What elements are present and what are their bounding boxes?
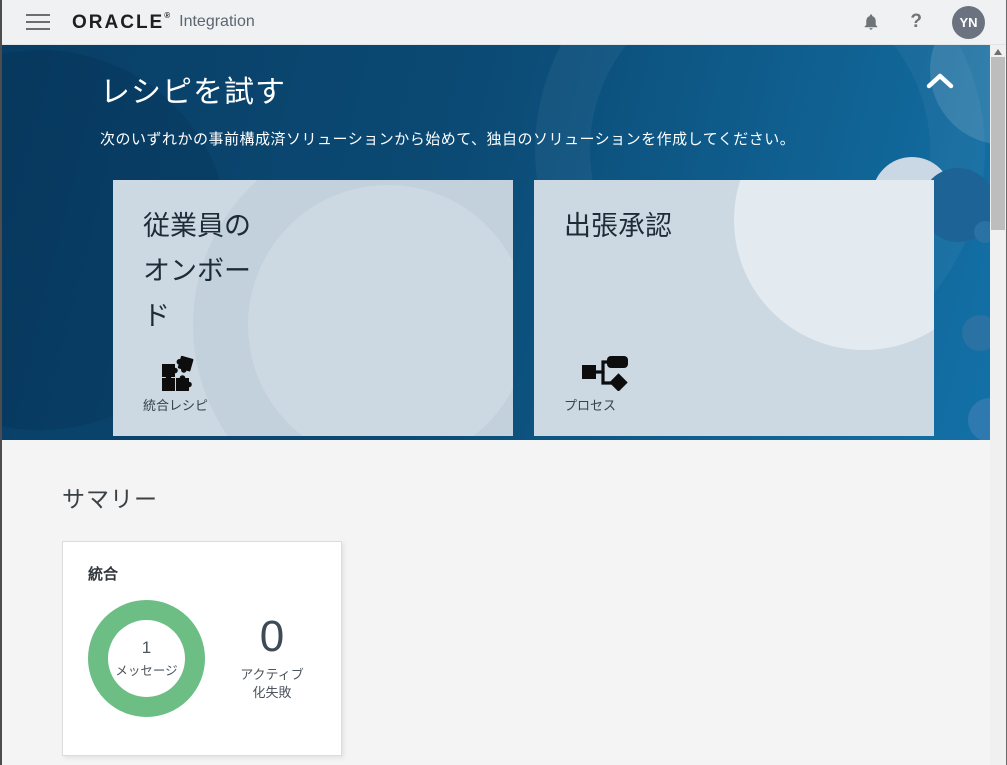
recipe-card-type-label: プロセス	[564, 395, 934, 414]
hero-subtitle: 次のいずれかの事前構成済ソリューションから始めて、独自のソリューションを作成して…	[100, 128, 990, 149]
notifications-bell-icon[interactable]	[862, 12, 880, 32]
collapse-chevron-up-icon[interactable]	[925, 71, 955, 91]
oracle-logo: ORACLE®	[72, 11, 170, 34]
process-icon	[581, 355, 934, 391]
summary-card-title: 統合	[88, 563, 341, 584]
recipe-card-type-label: 統合レシピ	[143, 395, 513, 414]
recipe-card-title: 従業員のオンボード	[143, 204, 268, 339]
oracle-logo-text: ORACLE	[72, 12, 164, 33]
avatar[interactable]: YN	[952, 6, 985, 39]
messages-label: メッセージ	[115, 660, 177, 679]
hamburger-menu-icon[interactable]	[26, 9, 50, 35]
help-icon[interactable]: ?	[910, 11, 922, 33]
integration-summary-card[interactable]: 統合 1 メッセージ 0 アクティブ化失敗	[62, 541, 342, 756]
recipe-cards-row: 従業員のオンボード	[113, 180, 990, 436]
puzzle-icon	[160, 355, 513, 391]
messages-count: 1	[142, 638, 151, 658]
activation-failures-label: アクティブ化失敗	[239, 666, 305, 702]
window-border-left	[0, 0, 2, 765]
activation-failures-count: 0	[239, 615, 305, 659]
product-name: Integration	[179, 13, 255, 31]
hero-title: レシピを試す	[100, 67, 990, 111]
vertical-scrollbar[interactable]	[990, 45, 1006, 765]
summary-heading: サマリー	[62, 480, 990, 514]
summary-section: サマリー 統合 1 メッセージ 0 アクティブ化失敗	[0, 440, 990, 765]
recipes-hero-section: レシピを試す 次のいずれかの事前構成済ソリューションから始めて、独自のソリューシ…	[0, 45, 990, 440]
registered-mark: ®	[164, 11, 170, 20]
recipe-card-title: 出張承認	[564, 204, 689, 249]
top-bar: ORACLE® Integration ? YN	[0, 0, 1007, 45]
messages-donut-chart: 1 メッセージ	[88, 600, 205, 717]
recipe-card-employee-onboarding[interactable]: 従業員のオンボード	[113, 180, 513, 436]
scrollbar-thumb[interactable]	[991, 57, 1005, 230]
recipe-card-travel-approval[interactable]: 出張承認	[534, 180, 934, 436]
